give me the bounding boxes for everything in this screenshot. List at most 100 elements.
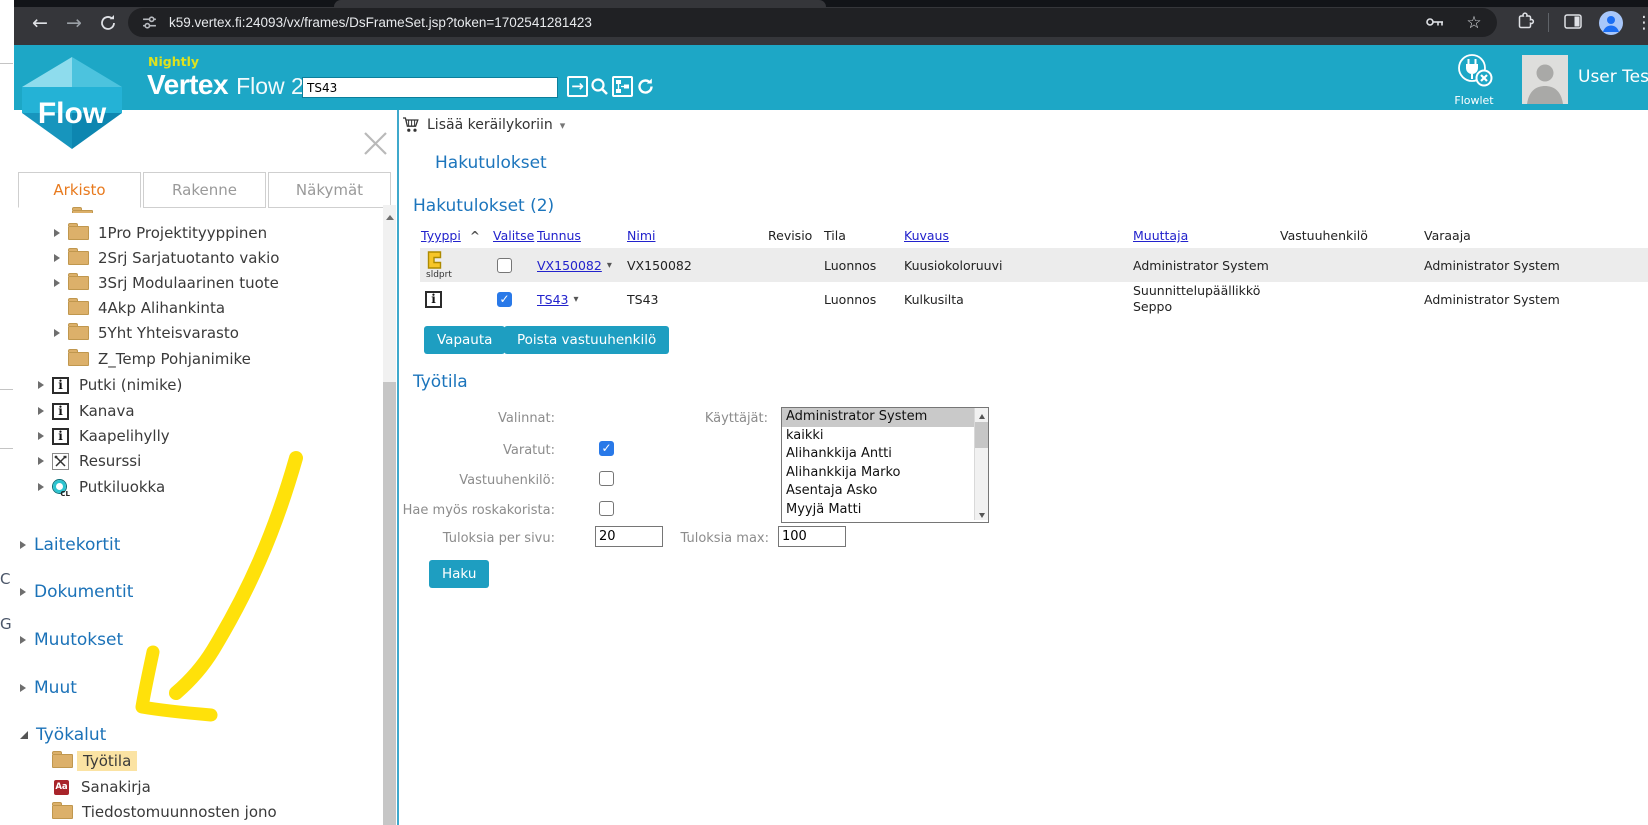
- tab-nakymat[interactable]: Näkymät: [268, 172, 391, 208]
- tree-item[interactable]: iKaapelihylly: [38, 425, 170, 447]
- bookmark-star-button[interactable]: ☆: [1462, 11, 1486, 35]
- browser-menu-button[interactable]: ⋮: [1632, 11, 1648, 35]
- tree-item[interactable]: CLPutkiluokka: [38, 476, 165, 498]
- refresh-search-button[interactable]: [635, 76, 656, 97]
- site-settings-icon[interactable]: [142, 15, 157, 30]
- sort-link[interactable]: Tunnus: [537, 228, 581, 243]
- flowlet-plug-icon: [1455, 52, 1493, 89]
- browser-forward-button[interactable]: →: [62, 11, 86, 35]
- item-link[interactable]: VX150082: [537, 258, 602, 273]
- resource-tools-icon: [52, 453, 69, 470]
- url-text[interactable]: k59.vertex.fi:24093/vx/frames/DsFrameSet…: [169, 15, 592, 30]
- tree-item[interactable]: iPutki (nimike): [38, 374, 182, 396]
- results-per-page-input[interactable]: [595, 526, 663, 547]
- expand-arrow-icon[interactable]: [38, 432, 44, 440]
- tree-item[interactable]: 3Srj Modulaarinen tuote: [54, 272, 279, 294]
- expand-arrow-icon[interactable]: [54, 279, 60, 287]
- listbox-option[interactable]: Administrator System: [782, 408, 988, 427]
- expand-arrow-icon[interactable]: [20, 636, 26, 644]
- listbox-option[interactable]: Alihankkija Marko: [782, 464, 988, 483]
- scroll-up-arrow[interactable]: [383, 205, 396, 219]
- tree-item[interactable]: iKanava: [38, 400, 135, 422]
- scroll-down-arrow[interactable]: [975, 507, 988, 520]
- scrollbar-thumb[interactable]: [975, 422, 988, 448]
- sidebar-section-dokumentit[interactable]: Dokumentit: [20, 580, 133, 604]
- address-bar[interactable]: k59.vertex.fi:24093/vx/frames/DsFrameSet…: [128, 8, 1497, 37]
- tree-item-label: 2Srj Sarjatuotanto vakio: [98, 249, 279, 267]
- add-to-basket-button[interactable]: Lisää keräilykoriin ▾: [402, 117, 565, 133]
- column-header-tila: Tila: [824, 225, 904, 248]
- table-row-type: sldprt: [420, 248, 493, 282]
- expand-arrow-icon[interactable]: [38, 381, 44, 389]
- tree-item[interactable]: Resurssi: [38, 450, 141, 472]
- listbox-option[interactable]: Alihankkija Antti: [782, 445, 988, 464]
- varatut-checkbox[interactable]: ✓: [599, 441, 614, 456]
- tree-item[interactable]: 1Pro Projektityyppinen: [54, 222, 267, 244]
- go-search-button[interactable]: →: [567, 76, 588, 97]
- listbox-option[interactable]: kaikki: [782, 427, 988, 446]
- browser-profile-button[interactable]: [1598, 11, 1622, 35]
- expand-arrow-icon[interactable]: [54, 254, 60, 262]
- row-checkbox[interactable]: [497, 258, 512, 273]
- sort-link[interactable]: Nimi: [627, 228, 655, 243]
- tree-item[interactable]: 2Srj Sarjatuotanto vakio: [54, 247, 279, 269]
- page-title: Hakutulokset: [435, 153, 547, 173]
- tab-rakenne[interactable]: Rakenne: [143, 172, 266, 208]
- sidebar-section-laitekortit[interactable]: Laitekortit: [20, 533, 120, 557]
- chevron-down-icon[interactable]: ▾: [573, 294, 578, 305]
- expand-arrow-icon[interactable]: [38, 407, 44, 415]
- browser-reload-button[interactable]: [96, 11, 120, 35]
- listbox-scrollbar[interactable]: [974, 408, 988, 520]
- sidebar-item-tyotila[interactable]: Työtila: [52, 750, 137, 772]
- tree-item[interactable]: Z_Temp Pohjanimike: [54, 348, 251, 370]
- scrollbar-thumb[interactable]: [383, 382, 396, 825]
- tab-arkisto[interactable]: Arkisto: [18, 172, 141, 208]
- user-avatar[interactable]: [1522, 55, 1568, 104]
- browser-back-button[interactable]: ←: [28, 11, 52, 35]
- item-link[interactable]: TS43: [537, 292, 568, 307]
- listbox-option[interactable]: Asentaja Asko: [782, 482, 988, 501]
- search-button[interactable]: [589, 76, 610, 97]
- extensions-button[interactable]: [1514, 11, 1538, 35]
- main-content: Lisää keräilykoriin ▾ Hakutulokset Hakut…: [399, 110, 1648, 825]
- sidebar-close-button[interactable]: [362, 130, 389, 157]
- tree-item[interactable]: 4Akp Alihankinta: [54, 297, 225, 319]
- users-listbox[interactable]: Administrator System kaikki Alihankkija …: [781, 407, 989, 523]
- expand-arrow-icon[interactable]: [38, 457, 44, 465]
- expand-arrow-icon[interactable]: [20, 684, 26, 692]
- scroll-up-arrow[interactable]: [975, 408, 988, 421]
- expand-arrow-icon[interactable]: [20, 541, 26, 549]
- results-max-input[interactable]: [778, 526, 846, 547]
- user-name[interactable]: User Tes: [1578, 67, 1648, 87]
- toolbar-divider: [1548, 13, 1549, 32]
- vastuuhenkilo-checkbox[interactable]: [599, 471, 614, 486]
- row-checkbox[interactable]: ✓: [497, 292, 512, 307]
- sort-link[interactable]: Valitse: [493, 228, 534, 243]
- sidebar-section-muutokset[interactable]: Muutokset: [20, 628, 123, 652]
- expand-arrow-icon[interactable]: [54, 229, 60, 237]
- expand-arrow-icon[interactable]: [38, 483, 44, 491]
- flowlet-button[interactable]: Flowlet: [1452, 52, 1496, 107]
- side-panel-button[interactable]: [1562, 11, 1586, 35]
- listbox-option[interactable]: Myyjä Matti: [782, 501, 988, 520]
- global-search-input[interactable]: [302, 77, 558, 98]
- sidebar-item-tiedostomuunnokset[interactable]: Tiedostomuunnosten jono: [52, 801, 277, 823]
- release-button[interactable]: Vapauta: [424, 326, 505, 354]
- sidebar-section-tyokalut[interactable]: Työkalut: [20, 723, 106, 747]
- sort-link[interactable]: Kuvaus: [904, 228, 949, 243]
- structure-search-button[interactable]: [612, 76, 633, 97]
- sort-link[interactable]: Muuttaja: [1133, 228, 1188, 243]
- password-key-button[interactable]: [1424, 11, 1448, 35]
- sidebar-scrollbar[interactable]: [383, 205, 396, 825]
- chevron-down-icon[interactable]: ▾: [607, 260, 612, 271]
- tree-item[interactable]: 5Yht Yhteisvarasto: [54, 322, 239, 344]
- sidebar-section-muut[interactable]: Muut: [20, 676, 77, 700]
- expand-arrow-icon[interactable]: [54, 329, 60, 337]
- collapse-arrow-icon[interactable]: [20, 731, 28, 739]
- sort-link[interactable]: Tyyppi: [421, 228, 461, 243]
- roskakori-checkbox[interactable]: [599, 501, 614, 516]
- remove-responsible-button[interactable]: Poista vastuuhenkilö: [504, 326, 669, 354]
- expand-arrow-icon[interactable]: [20, 588, 26, 596]
- search-submit-button[interactable]: Haku: [429, 560, 489, 588]
- sidebar-item-sanakirja[interactable]: AaSanakirja: [54, 776, 151, 798]
